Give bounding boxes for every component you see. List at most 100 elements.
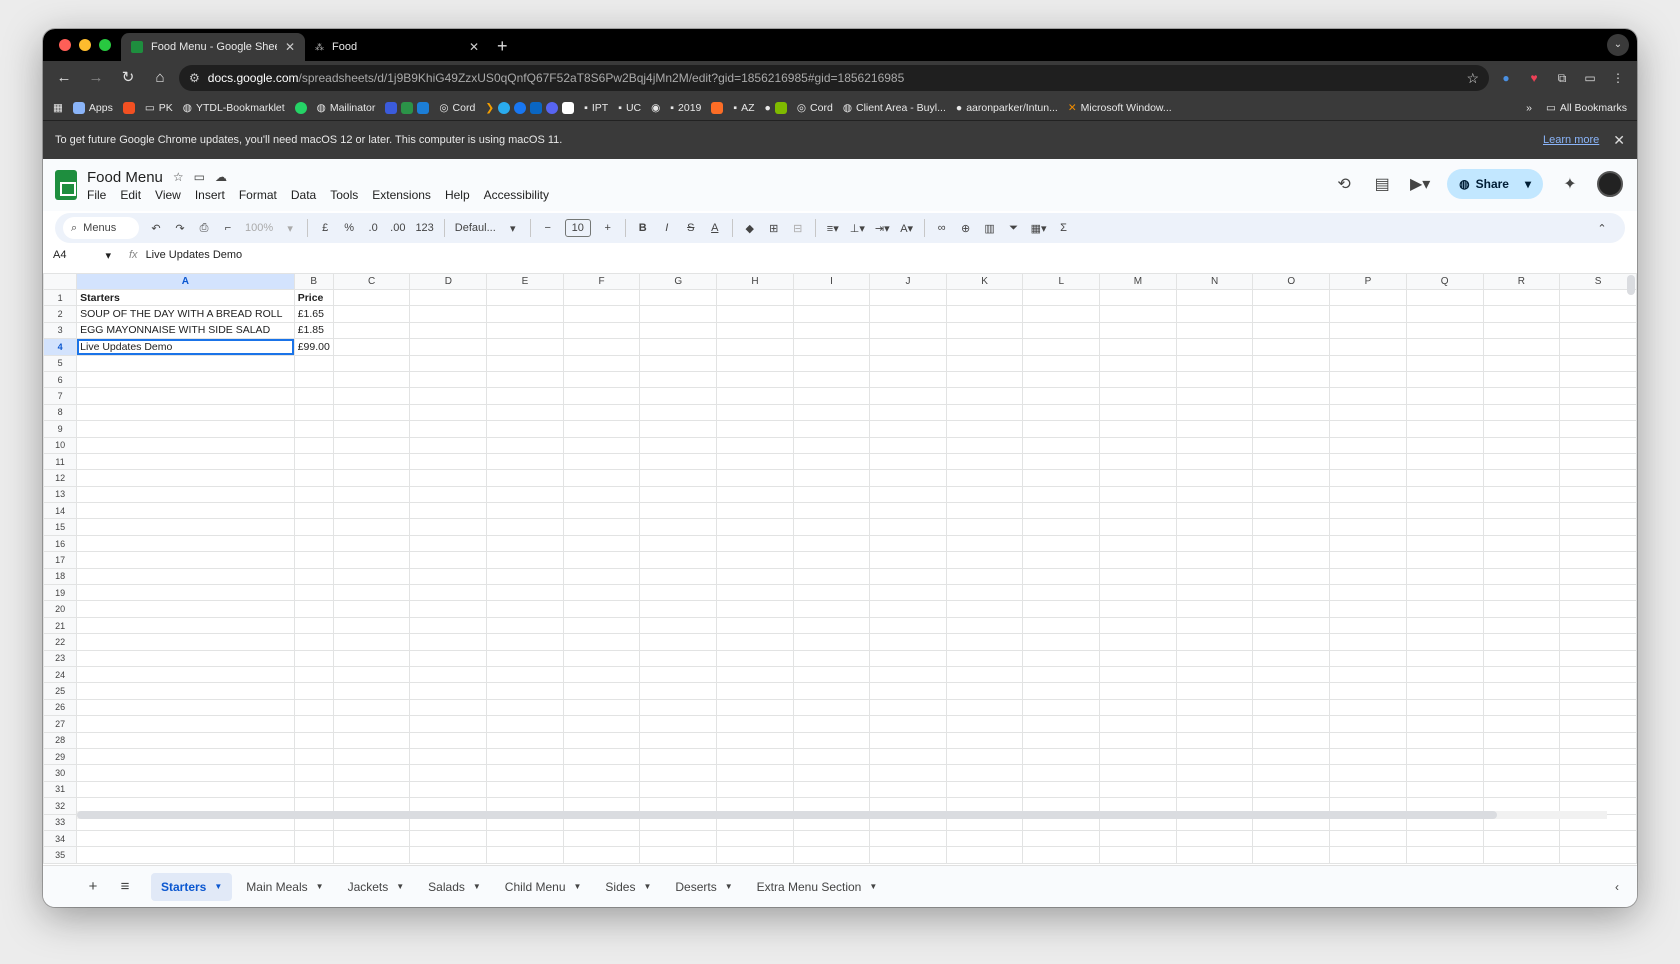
cell-d22[interactable] [409, 633, 488, 651]
cell-s34[interactable] [1559, 829, 1637, 848]
cell-m1[interactable] [1099, 288, 1177, 307]
cell-g15[interactable] [639, 518, 718, 536]
row-header[interactable]: 23 [43, 649, 78, 667]
cell-q29[interactable] [1405, 747, 1484, 766]
cell-b23[interactable] [293, 649, 334, 667]
cell-m18[interactable] [1099, 567, 1177, 586]
extension-icon[interactable]: ● [1495, 67, 1517, 89]
cell-d16[interactable] [409, 534, 488, 553]
new-tab-button[interactable]: + [489, 33, 516, 61]
cell-b16[interactable] [293, 534, 334, 553]
cell-d7[interactable] [409, 387, 488, 405]
cell-l7[interactable] [1022, 387, 1101, 405]
cell-e17[interactable] [486, 551, 564, 569]
cell-d9[interactable] [409, 420, 488, 438]
cell-h7[interactable] [716, 387, 794, 405]
cell-e21[interactable] [486, 616, 564, 635]
cell-j23[interactable] [869, 649, 947, 667]
cell-e22[interactable] [486, 633, 564, 651]
row-header[interactable]: 16 [43, 534, 78, 553]
cell-j24[interactable] [869, 665, 947, 684]
bookmark-apps[interactable]: Apps [72, 101, 113, 114]
column-header-l[interactable]: L [1022, 273, 1101, 290]
cell-l3[interactable] [1022, 321, 1101, 340]
cell-k23[interactable] [945, 649, 1024, 667]
cell-n2[interactable] [1175, 305, 1254, 323]
cell-q18[interactable] [1405, 567, 1484, 586]
cell-p13[interactable] [1329, 485, 1407, 504]
chrome-menu-icon[interactable]: ⋮ [1607, 67, 1629, 89]
cell-e6[interactable] [486, 370, 564, 389]
cell-i30[interactable] [792, 764, 871, 782]
cell-p1[interactable] [1329, 288, 1407, 307]
cell-e31[interactable] [486, 780, 564, 799]
fill-color-icon[interactable]: ◆ [743, 222, 757, 235]
cell-k4[interactable] [945, 338, 1024, 356]
row-header[interactable]: 17 [43, 551, 78, 569]
cell-q24[interactable] [1405, 665, 1484, 684]
cell-p24[interactable] [1329, 665, 1407, 684]
home-icon[interactable]: ⌂ [147, 65, 173, 91]
cell-m9[interactable] [1099, 420, 1177, 438]
bookmark-star-icon[interactable]: ☆ [1466, 70, 1479, 87]
sheet-tab-sides[interactable]: Sides ▼ [595, 873, 661, 901]
share-button[interactable]: ◍ Share ▾ [1447, 169, 1543, 199]
cell-m31[interactable] [1099, 780, 1177, 799]
text-rotation-icon[interactable]: A▾ [900, 222, 914, 235]
menu-view[interactable]: View [155, 188, 181, 202]
cell-j4[interactable] [869, 338, 947, 356]
cell-b17[interactable] [293, 551, 334, 569]
cell-i20[interactable] [792, 600, 871, 618]
row-header[interactable]: 9 [43, 420, 78, 438]
cell-q3[interactable] [1405, 321, 1484, 340]
cell-p34[interactable] [1329, 829, 1407, 848]
cell-h16[interactable] [716, 534, 794, 553]
cell-m26[interactable] [1099, 698, 1177, 717]
cell-j12[interactable] [869, 469, 947, 487]
cell-g27[interactable] [639, 715, 718, 733]
cell-l14[interactable] [1022, 502, 1101, 520]
cell-n28[interactable] [1175, 731, 1254, 749]
row-header[interactable]: 32 [43, 797, 78, 815]
cell-e23[interactable] [486, 649, 564, 667]
zoom-window-button[interactable] [99, 39, 111, 51]
cell-c9[interactable] [332, 420, 411, 438]
row-header[interactable]: 33 [43, 813, 78, 831]
cell-q22[interactable] [1405, 633, 1484, 651]
cell-h15[interactable] [716, 518, 794, 536]
cell-a11[interactable] [76, 452, 295, 471]
cell-m21[interactable] [1099, 616, 1177, 635]
cell-e14[interactable] [486, 502, 564, 520]
cell-h8[interactable] [716, 403, 794, 422]
collapse-toolbar-icon[interactable]: ⌃ [1595, 222, 1609, 235]
column-header-g[interactable]: G [639, 273, 718, 290]
site-info-icon[interactable]: ⚙ [189, 71, 200, 85]
cell-i27[interactable] [792, 715, 871, 733]
cell-m27[interactable] [1099, 715, 1177, 733]
cell-m14[interactable] [1099, 502, 1177, 520]
menu-file[interactable]: File [87, 188, 106, 202]
cell-g19[interactable] [639, 584, 718, 602]
cell-f19[interactable] [562, 584, 641, 602]
cell-h14[interactable] [716, 502, 794, 520]
cell-a18[interactable] [76, 567, 295, 586]
meet-icon[interactable]: ▶▾ [1409, 174, 1431, 194]
cell-d30[interactable] [409, 764, 488, 782]
cell-d13[interactable] [409, 485, 488, 504]
cell-l34[interactable] [1022, 829, 1101, 848]
cell-f35[interactable] [562, 846, 641, 864]
insert-chart-icon[interactable]: ▥ [983, 222, 997, 235]
move-folder-icon[interactable]: ▭ [194, 170, 205, 184]
cell-h2[interactable] [716, 305, 794, 323]
cell-m16[interactable] [1099, 534, 1177, 553]
cell-k15[interactable] [945, 518, 1024, 536]
cell-r25[interactable] [1482, 682, 1561, 700]
cell-o23[interactable] [1252, 649, 1331, 667]
cell-l29[interactable] [1022, 747, 1101, 766]
cell-c2[interactable] [332, 305, 411, 323]
cell-k17[interactable] [945, 551, 1024, 569]
cell-s7[interactable] [1559, 387, 1637, 405]
cell-n8[interactable] [1175, 403, 1254, 422]
cell-j18[interactable] [869, 567, 947, 586]
row-header[interactable]: 7 [43, 387, 78, 405]
